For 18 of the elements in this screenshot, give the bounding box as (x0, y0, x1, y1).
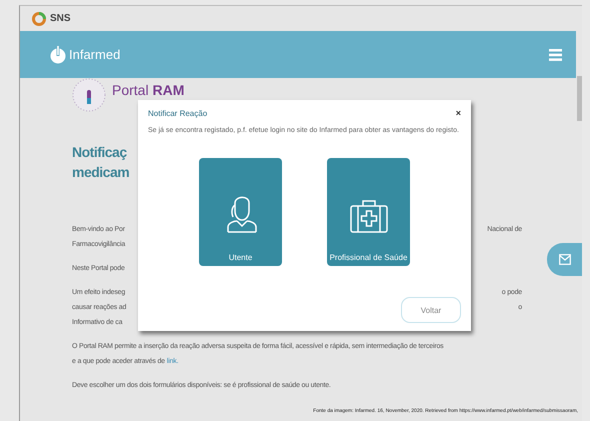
contact-button[interactable] (547, 243, 582, 276)
infarmed-logo-text: Infarmed (69, 47, 120, 62)
power-logo-icon (50, 46, 66, 64)
page-heading: medicam (72, 163, 130, 182)
dialog-title: Notificar Reação (148, 108, 208, 118)
sns-logo-icon (32, 12, 46, 26)
option-card[interactable]: Utente (199, 158, 282, 266)
back-button[interactable]: Voltar (401, 297, 461, 323)
sns-logo-text: SNS (50, 13, 71, 24)
medical-kit-icon (350, 199, 388, 233)
menu-icon[interactable] (549, 48, 562, 60)
option-card[interactable]: Profissional de Saúde (327, 158, 410, 266)
page-heading: Notificaç (72, 143, 127, 162)
scrollbar[interactable] (577, 76, 582, 121)
mail-icon (559, 254, 571, 265)
close-button[interactable]: × (456, 108, 461, 118)
portal-ram-logo-icon (72, 78, 106, 112)
portal-ram-title: Portal RAM (112, 82, 184, 98)
